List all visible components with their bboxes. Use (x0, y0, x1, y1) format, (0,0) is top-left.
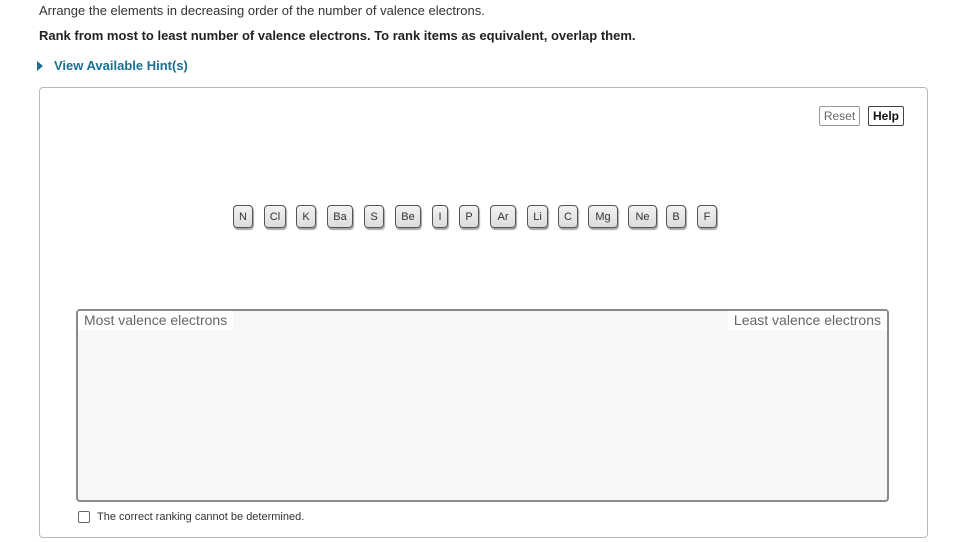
reset-button[interactable]: Reset (819, 106, 860, 126)
element-tile[interactable]: K (296, 205, 316, 228)
instruction-text: Arrange the elements in decreasing order… (39, 3, 485, 18)
element-tile[interactable]: F (697, 205, 717, 228)
view-hints-label: View Available Hint(s) (54, 58, 188, 73)
caret-right-icon (37, 60, 43, 71)
cannot-determine-label: The correct ranking cannot be determined… (97, 511, 305, 523)
ranking-drop-zone[interactable]: Most valence electrons Least valence ele… (76, 309, 889, 502)
view-hints-toggle[interactable]: View Available Hint(s) (37, 58, 188, 73)
element-tile[interactable]: Li (527, 205, 548, 228)
element-tile[interactable]: Mg (588, 205, 618, 228)
element-tile[interactable]: I (432, 205, 448, 228)
element-tile[interactable]: Ne (628, 205, 657, 228)
cannot-determine-option[interactable]: The correct ranking cannot be determined… (78, 511, 304, 523)
element-tile[interactable]: Cl (264, 205, 286, 228)
element-tile[interactable]: P (459, 205, 479, 228)
element-tile[interactable]: Ba (327, 205, 353, 228)
element-tile[interactable]: Be (395, 205, 421, 228)
element-tile[interactable]: B (666, 205, 686, 228)
element-tile[interactable]: N (233, 205, 253, 228)
element-tile-tray: N Cl K Ba S Be I P Ar Li C Mg Ne B F (233, 205, 717, 228)
least-valence-label: Least valence electrons (727, 311, 887, 330)
element-tile[interactable]: C (558, 205, 578, 228)
help-button[interactable]: Help (868, 106, 904, 126)
ranking-panel: Reset Help N Cl K Ba S Be I P Ar Li C Mg… (39, 87, 928, 538)
element-tile[interactable]: S (364, 205, 384, 228)
most-valence-label: Most valence electrons (78, 311, 234, 330)
rank-instruction-text: Rank from most to least number of valenc… (39, 28, 636, 43)
element-tile[interactable]: Ar (490, 205, 516, 228)
cannot-determine-checkbox[interactable] (78, 511, 90, 523)
